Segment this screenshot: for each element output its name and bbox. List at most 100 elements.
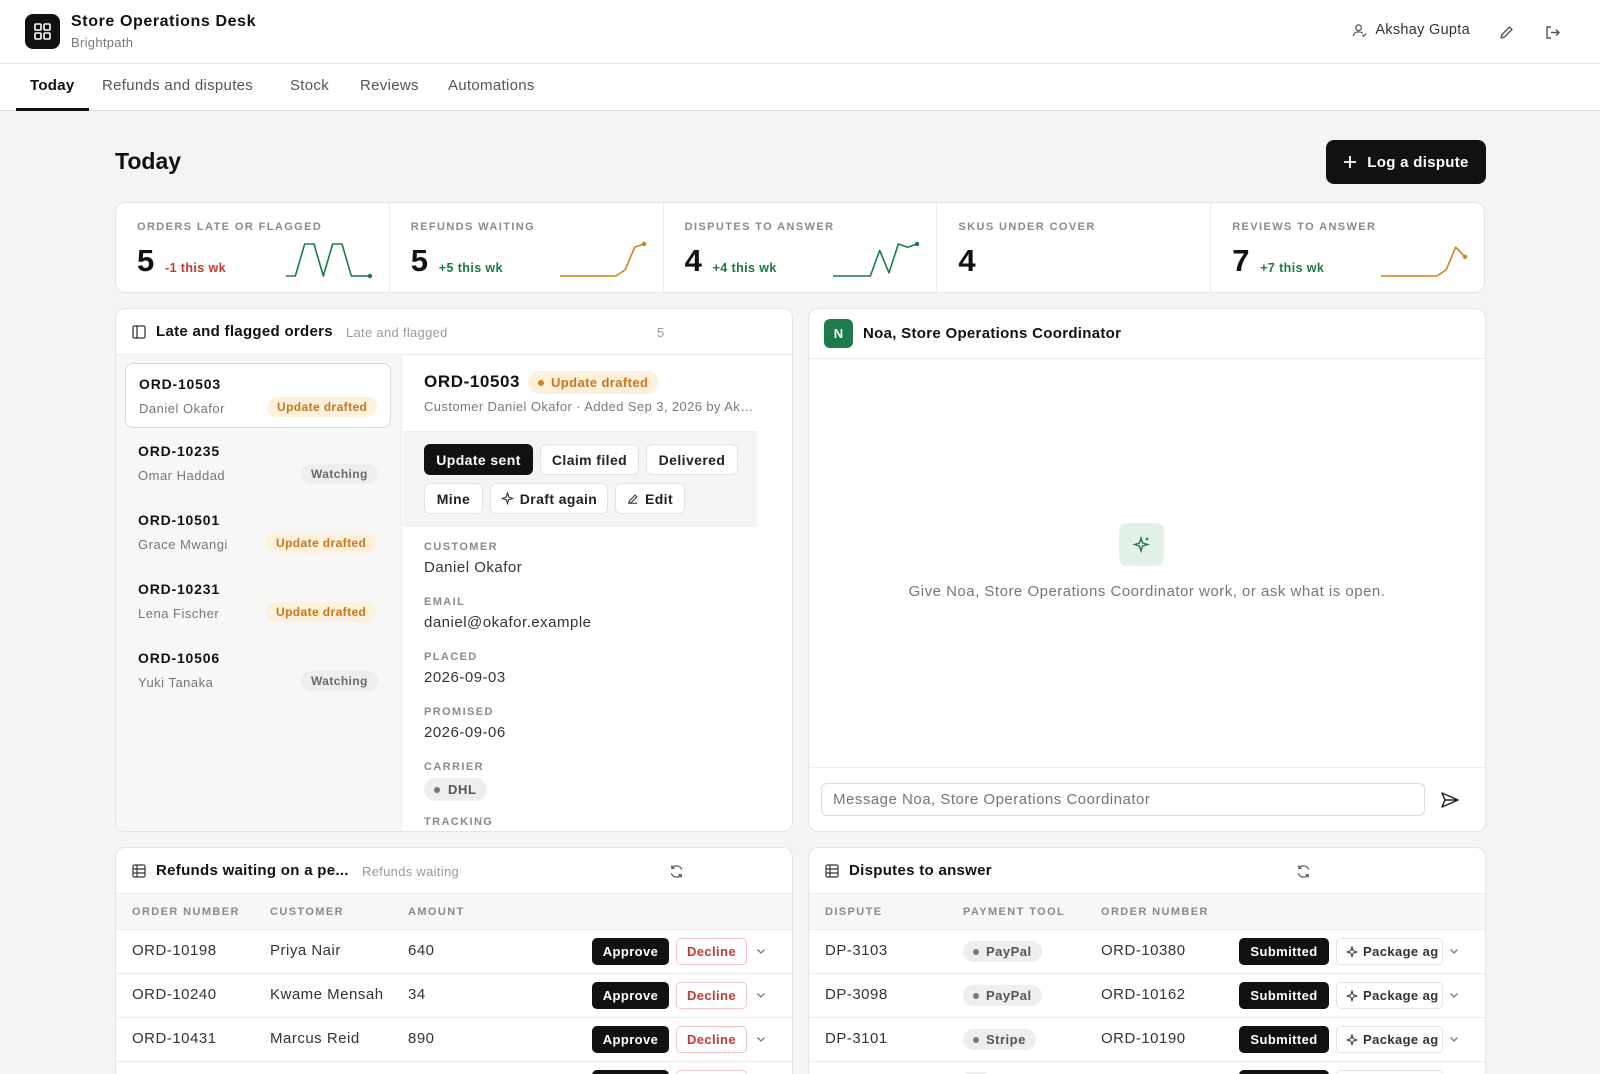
chevron-down-icon[interactable] xyxy=(755,989,767,1001)
kpi-orders-late[interactable]: ORDERS LATE OR FLAGGED 5 -1 this wk xyxy=(116,203,390,292)
tab-refunds-and-disputes[interactable]: Refunds and disputes xyxy=(102,77,253,94)
kpi-reviews-to-answer[interactable]: REVIEWS TO ANSWER 7 +7 this wk xyxy=(1211,203,1484,292)
column-header[interactable]: ORDER NUMBER xyxy=(1101,906,1209,918)
order-id: ORD-10503 xyxy=(139,376,221,392)
tab-today[interactable]: Today xyxy=(30,77,75,94)
refresh-icon[interactable] xyxy=(1296,864,1311,879)
tab-automations[interactable]: Automations xyxy=(448,77,535,94)
orders-count: 5 xyxy=(657,325,665,340)
log-dispute-button[interactable]: Log a dispute xyxy=(1326,140,1486,184)
kpi-disputes-to-answer[interactable]: DISPUTES TO ANSWER 4 +4 this wk xyxy=(664,203,938,292)
submitted-button[interactable]: Submitted xyxy=(1239,1026,1329,1053)
tool-dot-icon xyxy=(973,992,979,999)
disputes-title: Disputes to answer xyxy=(849,862,992,879)
user-menu[interactable]: Akshay Gupta xyxy=(1352,22,1470,38)
table-row[interactable]: ORD-10431 Marcus Reid 890 Approve Declin… xyxy=(116,1018,792,1062)
submitted-button[interactable] xyxy=(1239,1070,1329,1074)
order-customer: Grace Mwangi xyxy=(138,537,228,552)
app-logo-icon[interactable] xyxy=(25,14,60,49)
column-header[interactable]: PAYMENT TOOL xyxy=(963,906,1065,918)
status-badge: Watching xyxy=(301,671,378,691)
kpi-sparkline xyxy=(285,243,372,279)
decline-button[interactable]: Decline xyxy=(676,982,747,1009)
table-row[interactable]: ORD-10240 Kwame Mensah 34 Approve Declin… xyxy=(116,974,792,1018)
approve-button[interactable] xyxy=(592,1070,669,1074)
dispute-id-cell: DP-3098 xyxy=(825,986,888,1003)
order-customer: Omar Haddad xyxy=(138,468,226,483)
chevron-down-icon[interactable] xyxy=(1448,989,1460,1001)
panel-header: Late and flagged orders Late and flagged… xyxy=(116,309,792,355)
order-id: ORD-10235 xyxy=(138,443,220,459)
approve-button[interactable]: Approve xyxy=(592,1026,669,1053)
package-agent-button[interactable]: Package ag xyxy=(1336,982,1443,1009)
orders-panel: Late and flagged orders Late and flagged… xyxy=(115,308,793,832)
carrier-value: DHL xyxy=(448,782,477,797)
claim-filed-button[interactable]: Claim filed xyxy=(540,444,639,475)
package-agent-button[interactable] xyxy=(1336,1070,1443,1074)
chevron-down-icon[interactable] xyxy=(1448,1033,1460,1045)
order-list-item[interactable]: ORD-10235 Omar Haddad Watching xyxy=(125,431,391,496)
payment-tool-label: Stripe xyxy=(986,1032,1026,1047)
mine-button[interactable]: Mine xyxy=(424,483,483,514)
customer-cell: Priya Nair xyxy=(270,942,341,959)
package-agent-button[interactable]: Package ag xyxy=(1336,938,1443,965)
order-list-item[interactable]: ORD-10503 Daniel Okafor Update drafted xyxy=(125,363,391,428)
order-customer: Yuki Tanaka xyxy=(138,675,214,690)
edit-icon[interactable] xyxy=(1496,22,1516,42)
decline-button[interactable] xyxy=(676,1070,747,1074)
logout-icon[interactable] xyxy=(1542,22,1562,42)
delivered-button[interactable]: Delivered xyxy=(646,444,738,475)
table-row[interactable]: ORD-10198 Priya Nair 640 Approve Decline xyxy=(116,930,792,974)
order-id: ORD-10231 xyxy=(138,581,220,597)
kpi-skus-under-cover[interactable]: SKUS UNDER COVER 4 xyxy=(937,203,1212,292)
approve-button[interactable]: Approve xyxy=(592,938,669,965)
edit-button[interactable]: Edit xyxy=(615,483,685,514)
chat-panel: N Noa, Store Operations Coordinator Give… xyxy=(808,308,1486,832)
user-name: Akshay Gupta xyxy=(1375,22,1470,38)
tab-reviews[interactable]: Reviews xyxy=(360,77,419,94)
submitted-button[interactable]: Submitted xyxy=(1239,938,1329,965)
sparkline-path xyxy=(559,243,644,277)
package-agent-button[interactable]: Package ag xyxy=(1336,1026,1443,1053)
approve-button[interactable]: Approve xyxy=(592,982,669,1009)
update-sent-button[interactable]: Update sent xyxy=(424,444,533,475)
table-row[interactable]: DP-3101 Stripe ORD-10190 Submitted Packa… xyxy=(809,1018,1485,1062)
table-row[interactable]: DP-3103 PayPal ORD-10380 Submitted Packa… xyxy=(809,930,1485,974)
kpi-strip: ORDERS LATE OR FLAGGED 5 -1 this wk REFU… xyxy=(115,202,1485,293)
order-list-item[interactable]: ORD-10506 Yuki Tanaka Watching xyxy=(125,638,391,703)
column-header[interactable]: DISPUTE xyxy=(825,906,882,918)
chevron-down-icon[interactable] xyxy=(755,1033,767,1045)
tab-stock[interactable]: Stock xyxy=(290,77,329,94)
submitted-button[interactable]: Submitted xyxy=(1239,982,1329,1009)
order-list-item[interactable]: ORD-10501 Grace Mwangi Update drafted xyxy=(125,500,391,565)
chevron-down-icon[interactable] xyxy=(755,945,767,957)
kpi-refunds-waiting[interactable]: REFUNDS WAITING 5 +5 this wk xyxy=(390,203,664,292)
decline-button[interactable]: Decline xyxy=(676,938,747,965)
tool-dot-icon xyxy=(973,948,979,955)
order-id: ORD-10506 xyxy=(138,650,220,666)
column-header[interactable]: AMOUNT xyxy=(408,906,465,918)
app-header: Store Operations Desk Brightpath Akshay … xyxy=(0,0,1600,64)
decline-button[interactable]: Decline xyxy=(676,1026,747,1053)
order-number-cell: ORD-10240 xyxy=(132,986,217,1003)
kpi-label: SKUS UNDER COVER xyxy=(958,221,1096,233)
refresh-icon[interactable] xyxy=(669,864,684,879)
send-icon[interactable] xyxy=(1440,790,1460,810)
status-badge: Update drafted xyxy=(266,602,377,622)
kpi-label: ORDERS LATE OR FLAGGED xyxy=(137,221,323,233)
chat-message-input[interactable] xyxy=(821,783,1425,816)
table-row[interactable]: DP-3098 PayPal ORD-10162 Submitted Packa… xyxy=(809,974,1485,1018)
order-list-item[interactable]: ORD-10231 Lena Fischer Update drafted xyxy=(125,569,391,634)
field-value-placed: 2026-09-03 xyxy=(424,669,506,686)
app-title: Store Operations Desk xyxy=(71,13,257,30)
column-header[interactable]: CUSTOMER xyxy=(270,906,344,918)
order-customer: Daniel Okafor xyxy=(139,401,225,416)
order-customer: Lena Fischer xyxy=(138,606,220,621)
field-label-placed: PLACED xyxy=(424,651,478,663)
draft-again-button[interactable]: Draft again xyxy=(490,483,608,514)
kpi-value: 4 xyxy=(958,243,976,278)
chat-empty-state: Give Noa, Store Operations Coordinator w… xyxy=(908,583,1386,600)
column-header[interactable]: ORDER NUMBER xyxy=(132,906,240,918)
edit-label: Edit xyxy=(644,490,674,507)
chevron-down-icon[interactable] xyxy=(1448,945,1460,957)
